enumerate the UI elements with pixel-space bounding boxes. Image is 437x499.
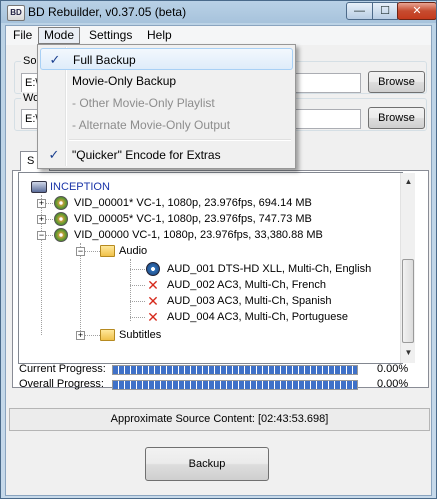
tree-connector (80, 243, 81, 335)
title-bar[interactable]: BD BD Rebuilder, v0.37.05 (beta) — ☐ ✕ (1, 1, 436, 25)
current-progress-value: 0.00% (377, 363, 409, 375)
menu-help[interactable]: Help (142, 27, 177, 44)
folder-icon (100, 329, 115, 341)
backup-button[interactable]: Backup (145, 447, 269, 481)
tree-item-audio-track[interactable]: AUD_001 DTS-HD XLL, Multi-Ch, English (167, 261, 371, 277)
menu-item-full-backup[interactable]: ✓ Full Backup (40, 48, 293, 70)
menu-separator (69, 139, 291, 141)
tree-item-video[interactable]: VID_00001* VC-1, 1080p, 23.976fps, 694.1… (74, 195, 312, 211)
menu-item-label: - Alternate Movie-Only Output (72, 118, 231, 132)
tree-item-audio-track[interactable]: AUD_002 AC3, Multi-Ch, French (167, 277, 326, 293)
collapse-toggle[interactable]: − (76, 247, 85, 256)
source-browse-button[interactable]: Browse (368, 71, 425, 93)
folder-icon (100, 245, 115, 257)
menu-bar: File Mode Settings Help (6, 26, 431, 45)
expand-toggle[interactable]: + (37, 215, 46, 224)
source-group-label: So (21, 55, 39, 67)
menu-item-alternate-output: - Alternate Movie-Only Output (40, 114, 293, 136)
checkmark-icon: ✓ (48, 147, 60, 162)
tree-scrollbar[interactable]: ▲ ▼ (400, 173, 415, 363)
overall-progress-bar (112, 380, 358, 390)
mode-dropdown-menu: ✓ Full Backup Movie-Only Backup - Other … (37, 44, 296, 169)
menu-settings[interactable]: Settings (84, 27, 137, 44)
excluded-x-icon[interactable]: ✕ (146, 278, 160, 292)
menu-mode[interactable]: Mode (38, 27, 81, 44)
menu-item-label: Full Backup (73, 53, 136, 67)
scrollbar-thumb[interactable] (402, 259, 414, 343)
close-button[interactable]: ✕ (397, 2, 436, 20)
current-progress-bar (112, 365, 358, 375)
overall-progress-label: Overall Progress: (19, 378, 104, 390)
tree-item-audio-track[interactable]: AUD_004 AC3, Multi-Ch, Portuguese (167, 309, 348, 325)
menu-item-quicker-encode[interactable]: ✓ "Quicker" Encode for Extras (40, 144, 293, 166)
tree-connector (130, 317, 145, 318)
tree-item-audio-folder[interactable]: Audio (119, 243, 147, 259)
scroll-up-arrow-icon[interactable]: ▲ (402, 174, 415, 190)
title-tree[interactable]: INCEPTION + VID_00001* VC-1, 1080p, 23.9… (18, 172, 403, 364)
source-content-status: Approximate Source Content: [02:43:53.69… (9, 408, 430, 431)
work-browse-button[interactable]: Browse (368, 107, 425, 129)
tree-root-label[interactable]: INCEPTION (50, 179, 110, 195)
tree-item-video[interactable]: VID_00000 VC-1, 1080p, 23.976fps, 33,380… (74, 227, 323, 243)
current-progress-label: Current Progress: (19, 363, 106, 375)
expand-toggle[interactable]: + (76, 331, 85, 340)
checkmark-icon: ✓ (49, 52, 61, 67)
menu-file[interactable]: File (8, 27, 37, 44)
video-track-icon (54, 212, 68, 226)
audio-track-icon[interactable] (146, 262, 160, 276)
menu-item-label: - Other Movie-Only Playlist (72, 96, 215, 110)
tree-connector (130, 285, 145, 286)
collapse-toggle[interactable]: − (37, 231, 46, 240)
menu-item-label: Movie-Only Backup (72, 74, 177, 88)
minimize-button[interactable]: — (346, 2, 373, 20)
excluded-x-icon[interactable]: ✕ (146, 294, 160, 308)
overall-progress-value: 0.00% (377, 378, 409, 390)
menu-item-other-playlist: - Other Movie-Only Playlist (40, 92, 293, 114)
window-title: BD Rebuilder, v0.37.05 (beta) (28, 5, 187, 19)
excluded-x-icon[interactable]: ✕ (146, 310, 160, 324)
maximize-button[interactable]: ☐ (372, 2, 398, 20)
app-window: BD BD Rebuilder, v0.37.05 (beta) — ☐ ✕ F… (0, 0, 437, 499)
bluray-disc-icon (31, 181, 47, 193)
menu-item-movie-only-backup[interactable]: Movie-Only Backup (40, 70, 293, 92)
tree-item-subtitles-folder[interactable]: Subtitles (119, 327, 161, 343)
tree-connector (130, 269, 145, 270)
tree-connector (130, 301, 145, 302)
tree-item-audio-track[interactable]: AUD_003 AC3, Multi-Ch, Spanish (167, 293, 331, 309)
menu-item-label: "Quicker" Encode for Extras (72, 148, 221, 162)
app-icon[interactable]: BD (7, 5, 25, 21)
tree-item-video[interactable]: VID_00005* VC-1, 1080p, 23.976fps, 747.7… (74, 211, 312, 227)
video-track-icon (54, 228, 68, 242)
scroll-down-arrow-icon[interactable]: ▼ (402, 345, 415, 361)
video-track-icon (54, 196, 68, 210)
expand-toggle[interactable]: + (37, 199, 46, 208)
